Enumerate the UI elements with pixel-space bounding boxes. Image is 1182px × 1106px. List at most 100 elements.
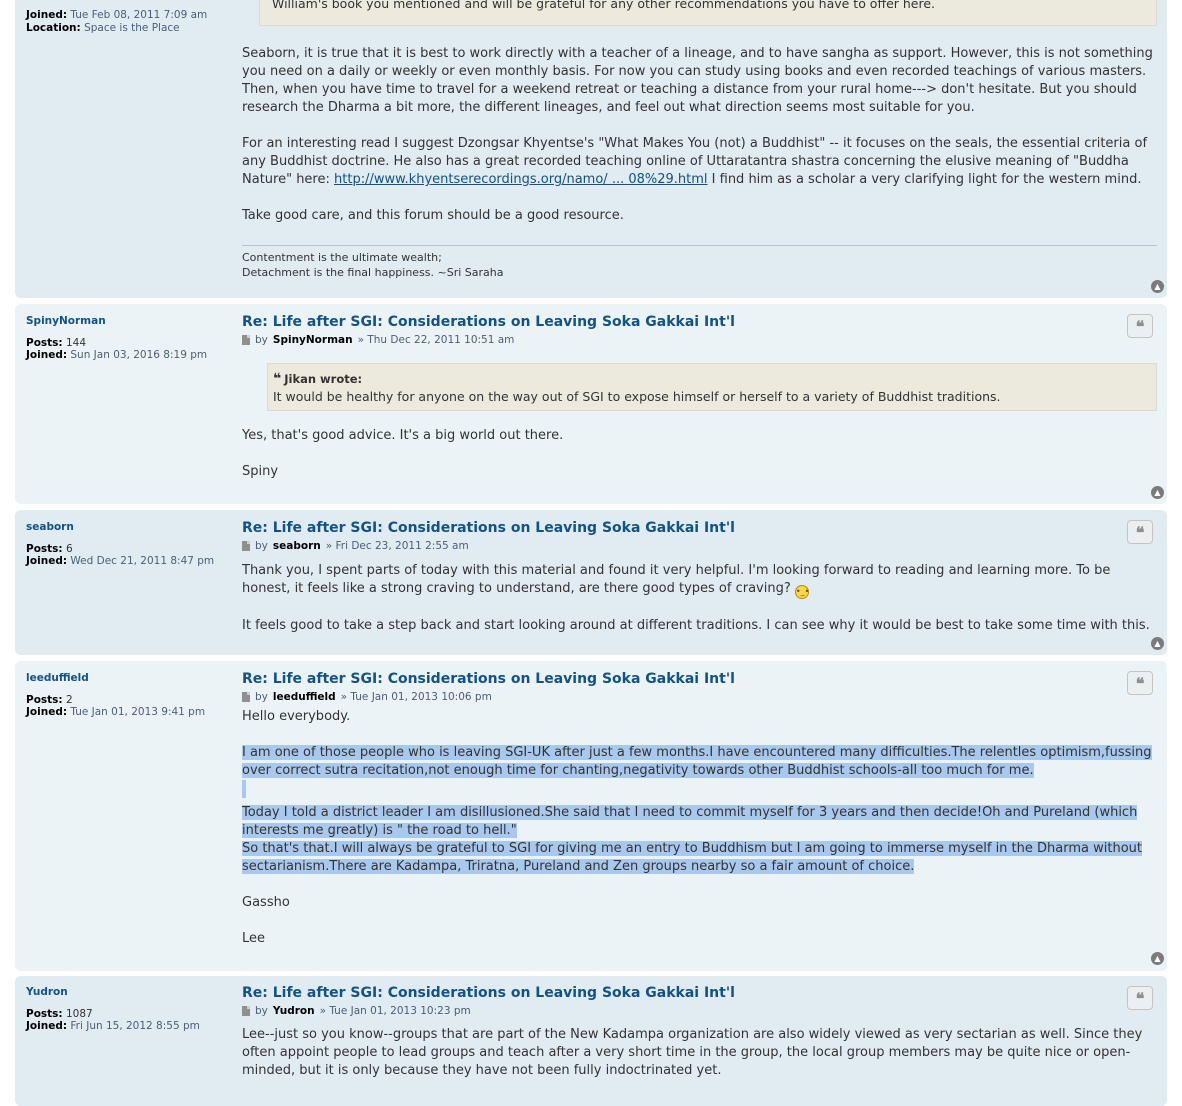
signature-line: Contentment is the ultimate wealth; xyxy=(242,251,442,264)
khyentse-recordings-link[interactable]: http://www.khyentserecordings.org/namo/ … xyxy=(334,172,708,187)
post-file-icon[interactable] xyxy=(242,692,250,702)
joined-date: Fri Jun 15, 2012 8:55 pm xyxy=(70,1020,200,1032)
joined-label: Joined: xyxy=(26,349,68,361)
quote-icon[interactable]: ❝ xyxy=(1127,520,1153,544)
posts-label: Posts: xyxy=(26,1007,63,1020)
author-link[interactable]: seaborn xyxy=(273,540,321,552)
username-link[interactable]: seaborn xyxy=(26,521,226,534)
post-content: Thank you, I spent parts of today with t… xyxy=(242,562,1157,635)
paragraph: Today I told a district leader I am disi… xyxy=(242,804,1157,876)
post-author-line: by SpinyNorman » Thu Dec 22, 2011 10:51 … xyxy=(242,334,1157,346)
smiley-icon: •_• xyxy=(794,585,809,599)
paragraph: Lee xyxy=(242,931,266,946)
selected-text: So that's that.I will always be grateful… xyxy=(242,841,1142,874)
post: SpinyNorman Posts: 144 Joined: Sun Jan 0… xyxy=(15,304,1167,504)
paragraph: For an interesting read I suggest Dzongs… xyxy=(242,135,1157,189)
joined-date: Sun Jan 03, 2016 8:19 pm xyxy=(70,349,208,361)
joined-label: Joined: xyxy=(26,9,68,21)
post-title[interactable]: Re: Life after SGI: Considerations on Le… xyxy=(242,671,735,687)
username-link[interactable]: leeduffield xyxy=(26,672,226,685)
post-title[interactable]: Re: Life after SGI: Considerations on Le… xyxy=(242,314,735,330)
post-profile: leeduffield Posts: 2 Joined: Tue Jan 01,… xyxy=(26,672,226,719)
location-label: Location: xyxy=(26,21,81,34)
quote-icon[interactable]: ❝ xyxy=(1127,986,1153,1010)
posts-count: 6 xyxy=(65,542,73,555)
joined-date: Tue Jan 01, 2013 9:41 pm xyxy=(70,706,206,718)
post-file-icon[interactable] xyxy=(242,1006,250,1016)
post-body: Re: Life after SGI: Considerations on Le… xyxy=(242,517,1157,635)
joined-label: Joined: xyxy=(26,706,68,718)
post-content: Seaborn, it is true that it is best to w… xyxy=(242,45,1157,225)
post-date: » Tue Jan 01, 2013 10:23 pm xyxy=(319,1005,471,1017)
quote-icon[interactable]: ❝ xyxy=(1127,314,1153,338)
paragraph-text: Thank you, I spent parts of today with t… xyxy=(242,563,1111,596)
quote-icon[interactable]: ❝ xyxy=(1127,671,1153,695)
quote-text: It would be healthy for anyone on the wa… xyxy=(273,389,1001,404)
author-link[interactable]: Yudron xyxy=(273,1005,315,1017)
quote-block: William's book you mentioned and will be… xyxy=(259,0,1157,26)
post-date: » Tue Jan 01, 2013 10:06 pm xyxy=(340,691,492,703)
post-content: Hello everybody. I am one of those peopl… xyxy=(242,708,1157,948)
post-author-line: by Yudron » Tue Jan 01, 2013 10:23 pm xyxy=(242,1005,1157,1017)
post-profile: Joined: Tue Feb 08, 2011 7:09 am Locatio… xyxy=(26,3,226,34)
back-to-top-icon[interactable]: ▲ xyxy=(1151,486,1164,499)
signature: Contentment is the ultimate wealth; Deta… xyxy=(242,245,1157,280)
paragraph: Yes, that's good advice. It's a big worl… xyxy=(242,428,564,443)
selected-text: I am one of those people who is leaving … xyxy=(242,745,1152,778)
post: leeduffield Posts: 2 Joined: Tue Jan 01,… xyxy=(15,661,1167,971)
paragraph-text: I find him as a scholar a very clarifyin… xyxy=(707,172,1142,187)
post-author-line: by seaborn » Fri Dec 23, 2011 2:55 am xyxy=(242,540,1157,552)
back-to-top-icon[interactable]: ▲ xyxy=(1151,280,1164,293)
by-label: by xyxy=(255,1005,268,1017)
paragraph: I am one of those people who is leaving … xyxy=(242,744,1157,780)
posts-count: 144 xyxy=(65,336,87,349)
posts-count: 1087 xyxy=(65,1007,93,1020)
posts-label: Posts: xyxy=(26,542,63,555)
post-body: Re: Life after SGI: Considerations on Le… xyxy=(242,668,1157,948)
post-body: Re: Life after SGI: Considerations on Le… xyxy=(242,982,1157,1080)
quote-text: William's book you mentioned and will be… xyxy=(272,0,936,11)
by-label: by xyxy=(255,691,268,703)
post-title[interactable]: Re: Life after SGI: Considerations on Le… xyxy=(242,985,735,1001)
post: Yudron Posts: 1087 Joined: Fri Jun 15, 2… xyxy=(15,976,1167,1106)
signature-line: Detachment is the final happiness. ~Sri … xyxy=(242,266,504,279)
posts-count: 2 xyxy=(65,693,73,706)
quote-author: Jikan wrote: xyxy=(284,372,363,386)
joined-label: Joined: xyxy=(26,555,68,567)
joined-date: Wed Dec 21, 2011 8:47 pm xyxy=(70,555,215,567)
post: Joined: Tue Feb 08, 2011 7:09 am Locatio… xyxy=(15,0,1167,298)
paragraph: Spiny xyxy=(242,464,279,479)
post-content: Lee--just so you know--groups that are p… xyxy=(242,1026,1157,1080)
posts-label: Posts: xyxy=(26,336,63,349)
selected-text: Today I told a district leader I am disi… xyxy=(242,805,1138,838)
post-body: Re: Life after SGI: Considerations on Le… xyxy=(242,311,1157,481)
posts-label: Posts: xyxy=(26,693,63,706)
paragraph: It feels good to take a step back and st… xyxy=(242,618,1150,633)
paragraph xyxy=(242,780,1157,804)
selected-text xyxy=(242,780,246,798)
joined-date: Tue Feb 08, 2011 7:09 am xyxy=(70,9,208,21)
username-link[interactable]: SpinyNorman xyxy=(26,315,226,328)
post-profile: Yudron Posts: 1087 Joined: Fri Jun 15, 2… xyxy=(26,986,226,1033)
back-to-top-icon[interactable]: ▲ xyxy=(1151,637,1164,650)
author-link[interactable]: leeduffield xyxy=(273,691,336,703)
quote-cite: ❝ Jikan wrote: xyxy=(273,370,1146,388)
quote-mark-icon: ❝ xyxy=(273,371,282,387)
post-content: Yes, that's good advice. It's a big worl… xyxy=(242,427,1157,481)
post-date: » Fri Dec 23, 2011 2:55 am xyxy=(325,540,469,552)
back-to-top-icon[interactable]: ▲ xyxy=(1151,952,1164,965)
username-link[interactable]: Yudron xyxy=(26,986,226,999)
location-value: Space is the Place xyxy=(84,21,180,34)
quote-block: ❝ Jikan wrote: It would be healthy for an… xyxy=(267,363,1157,411)
paragraph: Take good care, and this forum should be… xyxy=(242,208,624,223)
post-title[interactable]: Re: Life after SGI: Considerations on Le… xyxy=(242,520,735,536)
author-link[interactable]: SpinyNorman xyxy=(273,334,353,346)
post: seaborn Posts: 6 Joined: Wed Dec 21, 201… xyxy=(15,510,1167,655)
paragraph: Gassho xyxy=(242,895,290,910)
paragraph: Thank you, I spent parts of today with t… xyxy=(242,562,1157,599)
post-author-line: by leeduffield » Tue Jan 01, 2013 10:06 … xyxy=(242,691,1157,703)
joined-label: Joined: xyxy=(26,1020,68,1032)
paragraph: Seaborn, it is true that it is best to w… xyxy=(242,46,1153,115)
post-file-icon[interactable] xyxy=(242,335,250,345)
post-file-icon[interactable] xyxy=(242,541,250,551)
